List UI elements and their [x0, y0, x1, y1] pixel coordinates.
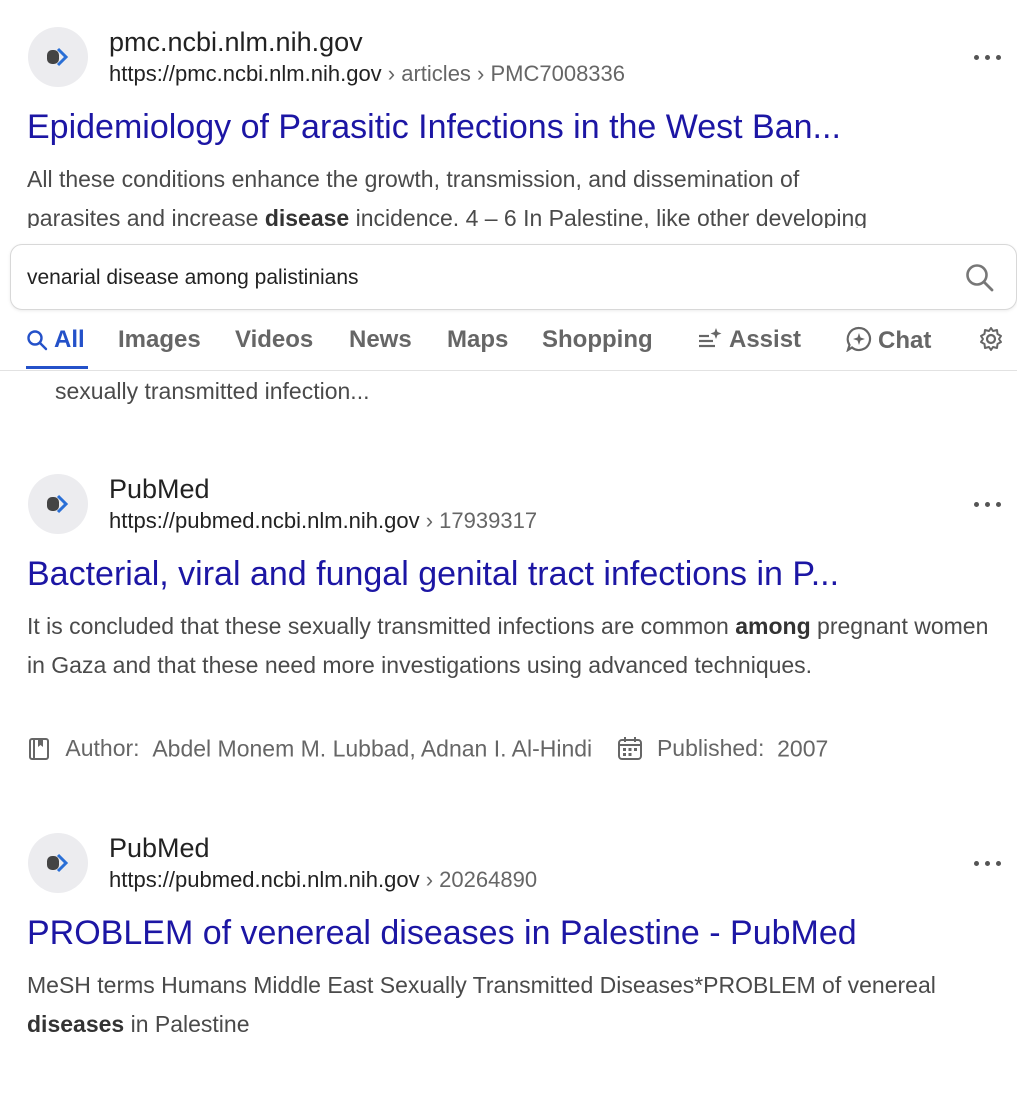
tab-images[interactable]: Images — [118, 326, 201, 354]
more-options-icon[interactable] — [970, 853, 1006, 873]
result-title-link[interactable]: PROBLEM of venereal diseases in Palestin… — [27, 914, 1002, 953]
search-header: All Images Videos News Maps Shopping Ass… — [0, 228, 1017, 371]
search-result: pmc.ncbi.nlm.nih.gov https://pmc.ncbi.nl… — [0, 0, 1017, 231]
search-icon[interactable] — [964, 262, 996, 294]
search-result: PubMed https://pubmed.ncbi.nlm.nih.gov ›… — [0, 472, 1017, 792]
tab-maps[interactable]: Maps — [447, 326, 508, 354]
tab-videos[interactable]: Videos — [235, 326, 313, 354]
site-name: PubMed — [109, 833, 210, 863]
more-options-icon[interactable] — [970, 47, 1006, 67]
result-title-link[interactable]: Bacterial, viral and fungal genital trac… — [27, 555, 1002, 594]
search-icon — [27, 330, 48, 351]
search-result: PubMed https://pubmed.ncbi.nlm.nih.gov ›… — [0, 832, 1017, 1072]
result-snippet-tail: sexually transmitted infection... — [55, 378, 370, 404]
calendar-icon — [617, 736, 642, 760]
settings-gear-icon[interactable] — [978, 326, 1010, 355]
result-source[interactable]: PubMed https://pubmed.ncbi.nlm.nih.gov ›… — [28, 833, 1017, 895]
result-title-link[interactable]: Epidemiology of Parasitic Infections in … — [27, 108, 1002, 147]
site-favicon-icon — [28, 833, 88, 893]
book-icon — [29, 737, 49, 760]
site-url: https://pmc.ncbi.nlm.nih.gov › articles … — [109, 61, 626, 86]
result-source[interactable]: pmc.ncbi.nlm.nih.gov https://pmc.ncbi.nl… — [28, 27, 1017, 89]
site-name: pmc.ncbi.nlm.nih.gov — [109, 27, 363, 57]
result-snippet: MeSH terms Humans Middle East Sexually T… — [27, 972, 936, 1037]
site-url: https://pubmed.ncbi.nlm.nih.gov › 179393… — [109, 508, 538, 533]
author-names: Abdel Monem M. Lubbad, Adnan I. Al-Hindi — [152, 735, 593, 762]
site-favicon-icon — [28, 27, 88, 87]
published-year: 2007 — [777, 735, 829, 762]
tab-assist[interactable]: Assist — [697, 326, 801, 354]
more-options-icon[interactable] — [970, 494, 1006, 514]
tab-news[interactable]: News — [349, 326, 412, 354]
search-box[interactable] — [10, 244, 1017, 310]
site-favicon-icon — [28, 474, 88, 534]
result-snippet: All these conditions enhance the growth,… — [27, 166, 868, 231]
chat-icon — [846, 326, 872, 353]
assist-icon — [699, 328, 722, 348]
tab-chat[interactable]: Chat — [846, 326, 931, 355]
site-name: PubMed — [109, 474, 210, 504]
result-source[interactable]: PubMed https://pubmed.ncbi.nlm.nih.gov ›… — [28, 474, 1017, 536]
tab-shopping[interactable]: Shopping — [542, 326, 653, 354]
search-tabs: All Images Videos News Maps Shopping Ass… — [0, 324, 1017, 371]
result-meta: Author: Abdel Monem M. Lubbad, Adnan I. … — [27, 734, 828, 762]
tab-all[interactable]: All — [26, 326, 85, 354]
search-input[interactable] — [27, 263, 947, 293]
result-snippet: It is concluded that these sexually tran… — [27, 613, 989, 678]
active-tab-indicator — [26, 366, 88, 369]
site-url: https://pubmed.ncbi.nlm.nih.gov › 202648… — [109, 867, 538, 892]
